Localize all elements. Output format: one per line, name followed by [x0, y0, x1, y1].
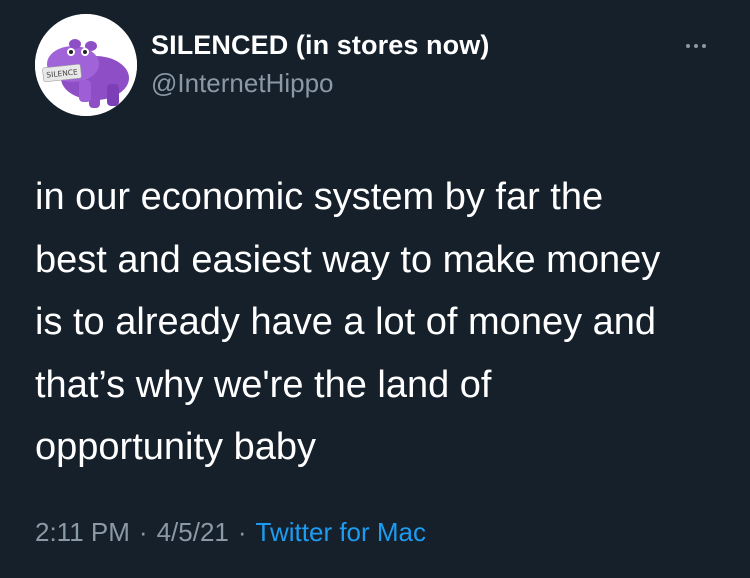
tweet-text-line: that’s why we're the land of	[35, 363, 492, 406]
tweet-date[interactable]: 4/5/21	[157, 517, 229, 547]
more-options-icon[interactable]	[676, 34, 716, 58]
tweet-metadata: 2:11 PM · 4/5/21 · Twitter for Mac	[35, 517, 426, 548]
tweet-text: in our economic system by far the best a…	[35, 166, 735, 479]
tweet-time[interactable]: 2:11 PM	[35, 517, 130, 547]
dot	[686, 44, 690, 48]
tweet-card: SILENCE SILENCED (in stores now) @Intern…	[0, 0, 750, 578]
separator: ·	[237, 517, 247, 547]
tweet-source-link[interactable]: Twitter for Mac	[256, 517, 426, 547]
user-handle[interactable]: @InternetHippo	[151, 68, 334, 99]
dot	[694, 44, 698, 48]
separator: ·	[138, 517, 148, 547]
display-name[interactable]: SILENCED (in stores now)	[151, 30, 489, 61]
tweet-text-line: opportunity baby	[35, 426, 316, 468]
tweet-text-line: best and easiest way to make money	[35, 238, 661, 281]
purple-hippo-avatar-icon: SILENCE	[35, 14, 137, 116]
dot	[702, 44, 706, 48]
avatar[interactable]: SILENCE	[35, 14, 137, 116]
tweet-text-line: is to already have a lot of money and	[35, 301, 657, 343]
tweet-text-line: in our economic system by far the	[35, 176, 604, 218]
